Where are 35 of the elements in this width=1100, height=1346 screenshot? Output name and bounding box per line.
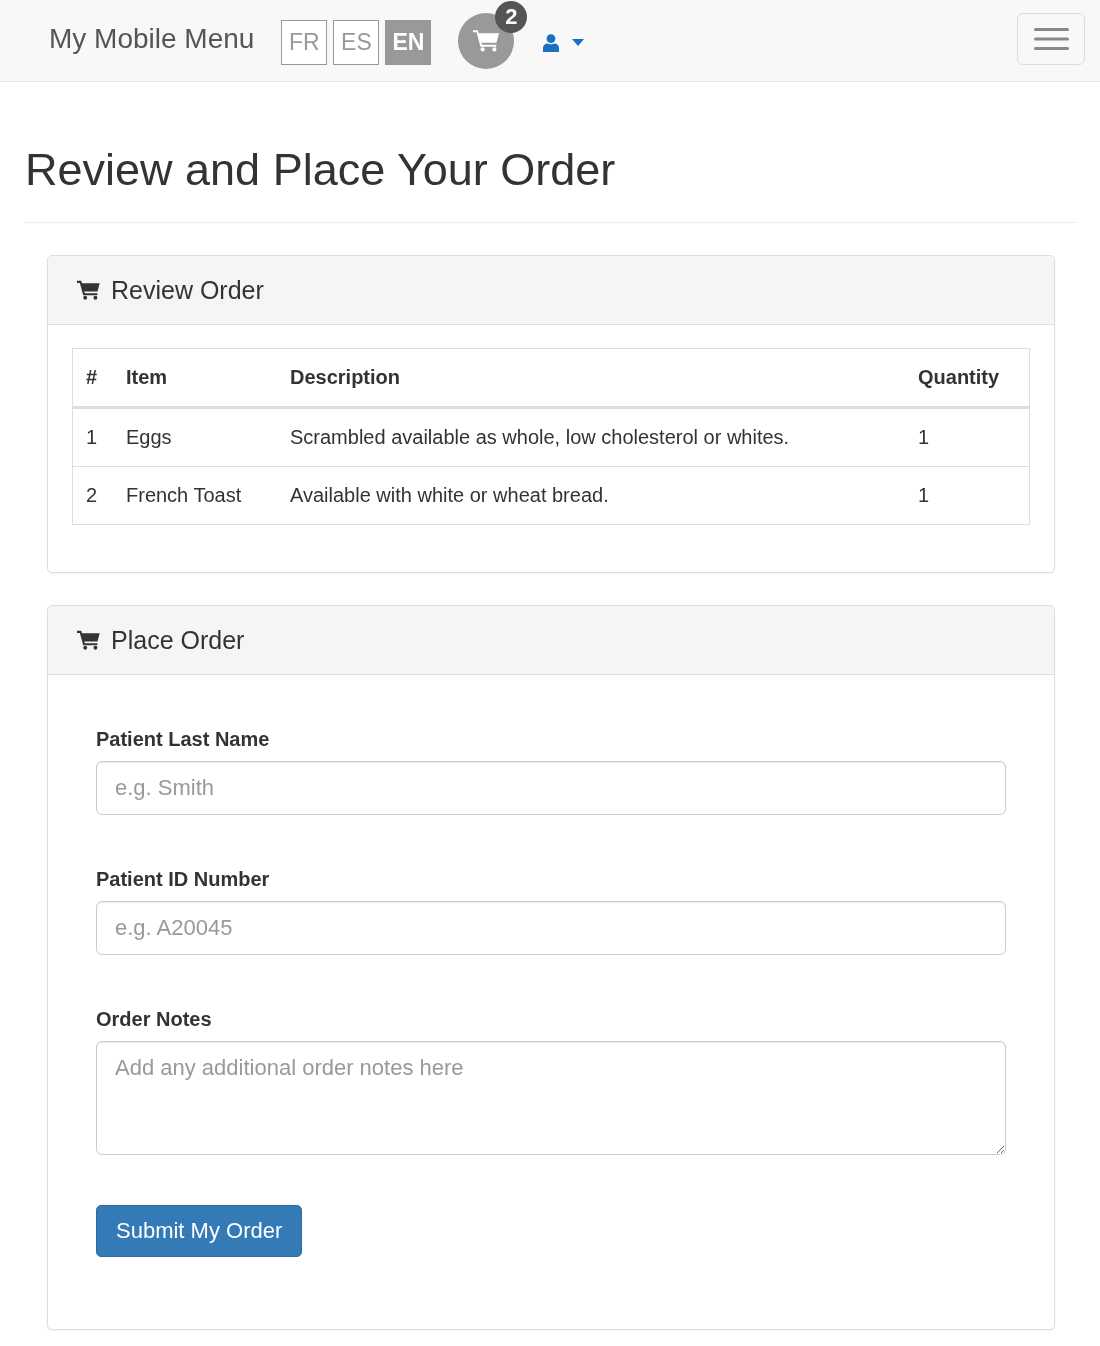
column-header: Description <box>277 348 905 408</box>
user-menu-button[interactable] <box>543 33 585 52</box>
user-icon <box>543 33 560 52</box>
cart-icon <box>77 280 100 300</box>
column-header: Quantity <box>905 348 1030 408</box>
brand-link[interactable]: My Mobile Menu <box>49 19 255 59</box>
cart-count-badge: 2 <box>495 0 528 33</box>
input-field[interactable]: e.g. Smith <box>96 761 1006 815</box>
field-label: Patient ID Number <box>96 867 271 892</box>
menu-icon <box>1033 28 1069 50</box>
column-header: Item <box>113 348 277 408</box>
submit-button[interactable]: Submit My Order <box>96 1205 303 1257</box>
panel-title: Place Order <box>111 625 245 655</box>
field-label: Patient Last Name <box>96 727 271 752</box>
notes-field[interactable]: Add any additional order notes here <box>96 1041 1006 1155</box>
cart-icon <box>77 630 100 650</box>
column-header: # <box>72 348 113 408</box>
language-button[interactable]: FR <box>281 19 328 65</box>
panel-title: Review Order <box>111 275 264 305</box>
table-cell: 2 <box>72 466 113 525</box>
language-button[interactable]: EN <box>385 19 432 65</box>
language-button[interactable]: ES <box>333 19 380 65</box>
cart-icon <box>472 29 500 52</box>
table-cell: Eggs <box>113 407 277 467</box>
table-cell: 1 <box>905 466 1030 525</box>
table-cell: 1 <box>905 407 1030 467</box>
menu-button[interactable] <box>1017 13 1085 65</box>
table-cell: Scrambled available as whole, low cholesterol or whites. <box>277 407 905 467</box>
table-cell: French Toast <box>113 466 277 525</box>
field-label: Order Notes <box>96 1007 213 1032</box>
table-cell: Available with white or wheat bread. <box>277 466 905 525</box>
input-field[interactable]: e.g. A20045 <box>96 901 1006 955</box>
caret-icon <box>572 39 585 46</box>
table-cell: 1 <box>72 407 113 467</box>
page-title: Review and Place Your Order <box>25 144 617 196</box>
